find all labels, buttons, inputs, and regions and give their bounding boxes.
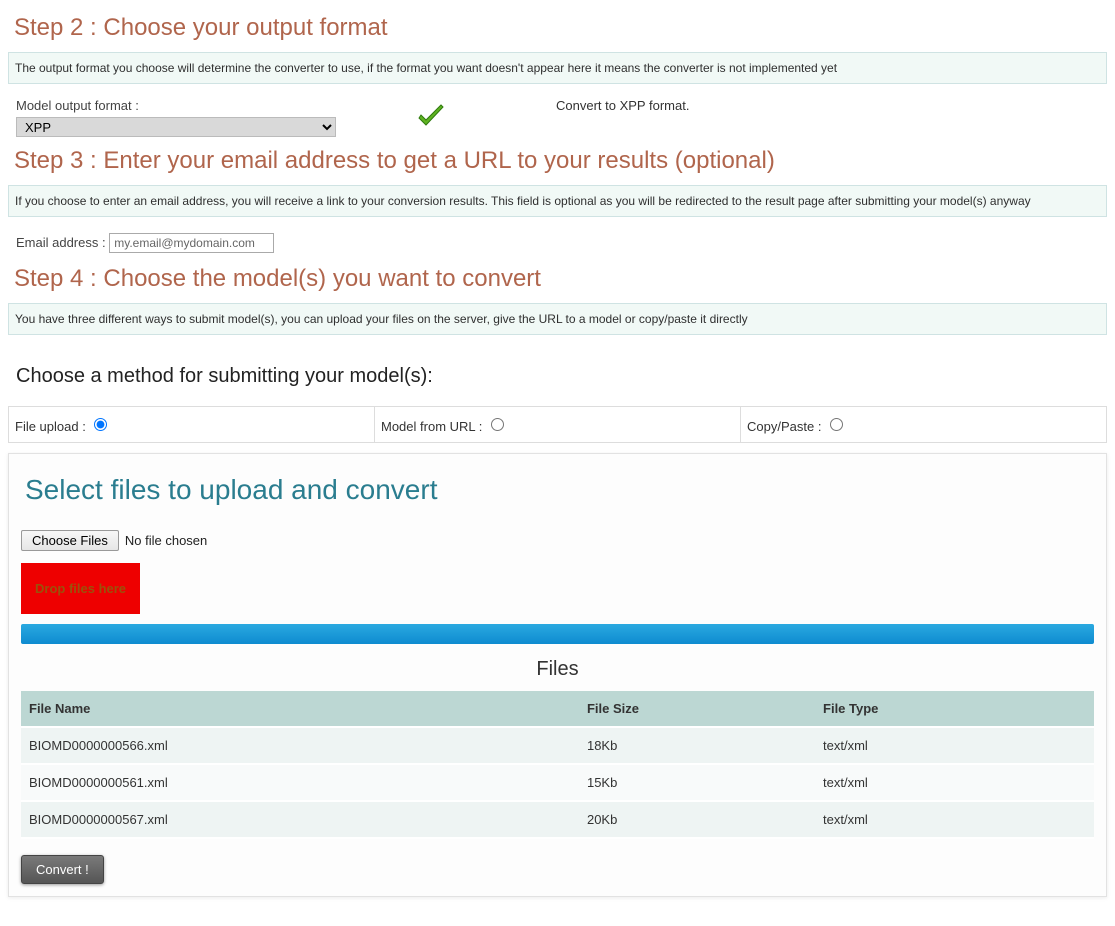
progress-bar xyxy=(21,624,1094,644)
cell-file-name: BIOMD0000000566.xml xyxy=(21,728,579,765)
method-upload-cell: File upload : xyxy=(9,407,375,443)
step3-info: If you choose to enter an email address,… xyxy=(8,185,1107,217)
checkmark-icon xyxy=(416,104,446,130)
email-label: Email address : xyxy=(16,235,106,250)
email-field[interactable] xyxy=(109,233,274,253)
table-row: BIOMD0000000566.xml 18Kb text/xml xyxy=(21,728,1094,765)
col-file-size: File Size xyxy=(579,691,815,728)
output-format-select[interactable]: XPP xyxy=(16,117,336,137)
method-url-radio[interactable] xyxy=(491,418,504,431)
choose-files-button[interactable]: Choose Files xyxy=(21,530,119,551)
upload-panel: Select files to upload and convert Choos… xyxy=(8,453,1107,897)
method-paste-radio[interactable] xyxy=(830,418,843,431)
drop-zone[interactable]: Drop files here xyxy=(21,563,140,614)
method-paste-label: Copy/Paste : xyxy=(747,419,821,434)
table-row: BIOMD0000000567.xml 20Kb text/xml xyxy=(21,802,1094,839)
method-paste-cell: Copy/Paste : xyxy=(741,407,1107,443)
table-row: BIOMD0000000561.xml 15Kb text/xml xyxy=(21,765,1094,802)
output-format-label: Model output format : xyxy=(16,98,139,113)
method-url-label: Model from URL : xyxy=(381,419,482,434)
cell-file-name: BIOMD0000000567.xml xyxy=(21,802,579,839)
no-file-chosen-text: No file chosen xyxy=(125,533,207,548)
cell-file-name: BIOMD0000000561.xml xyxy=(21,765,579,802)
step2-info: The output format you choose will determ… xyxy=(8,52,1107,84)
files-heading: Files xyxy=(21,658,1094,681)
col-file-type: File Type xyxy=(815,691,1094,728)
step4-heading: Step 4 : Choose the model(s) you want to… xyxy=(14,265,1107,293)
cell-file-type: text/xml xyxy=(815,728,1094,765)
files-table: File Name File Size File Type BIOMD00000… xyxy=(21,691,1094,839)
step3-heading: Step 3 : Enter your email address to get… xyxy=(14,147,1107,175)
cell-file-size: 15Kb xyxy=(579,765,815,802)
step4-info: You have three different ways to submit … xyxy=(8,303,1107,335)
cell-file-type: text/xml xyxy=(815,802,1094,839)
convert-button[interactable]: Convert ! xyxy=(21,855,104,884)
upload-panel-heading: Select files to upload and convert xyxy=(25,474,1094,506)
cell-file-size: 18Kb xyxy=(579,728,815,765)
cell-file-type: text/xml xyxy=(815,765,1094,802)
col-file-name: File Name xyxy=(21,691,579,728)
method-upload-label: File upload : xyxy=(15,419,86,434)
step2-heading: Step 2 : Choose your output format xyxy=(14,14,1107,42)
method-url-cell: Model from URL : xyxy=(375,407,741,443)
choose-method-heading: Choose a method for submitting your mode… xyxy=(16,365,1107,388)
method-table: File upload : Model from URL : Copy/Past… xyxy=(8,406,1107,443)
cell-file-size: 20Kb xyxy=(579,802,815,839)
method-upload-radio[interactable] xyxy=(94,418,107,431)
convert-to-text: Convert to XPP format. xyxy=(556,98,689,113)
